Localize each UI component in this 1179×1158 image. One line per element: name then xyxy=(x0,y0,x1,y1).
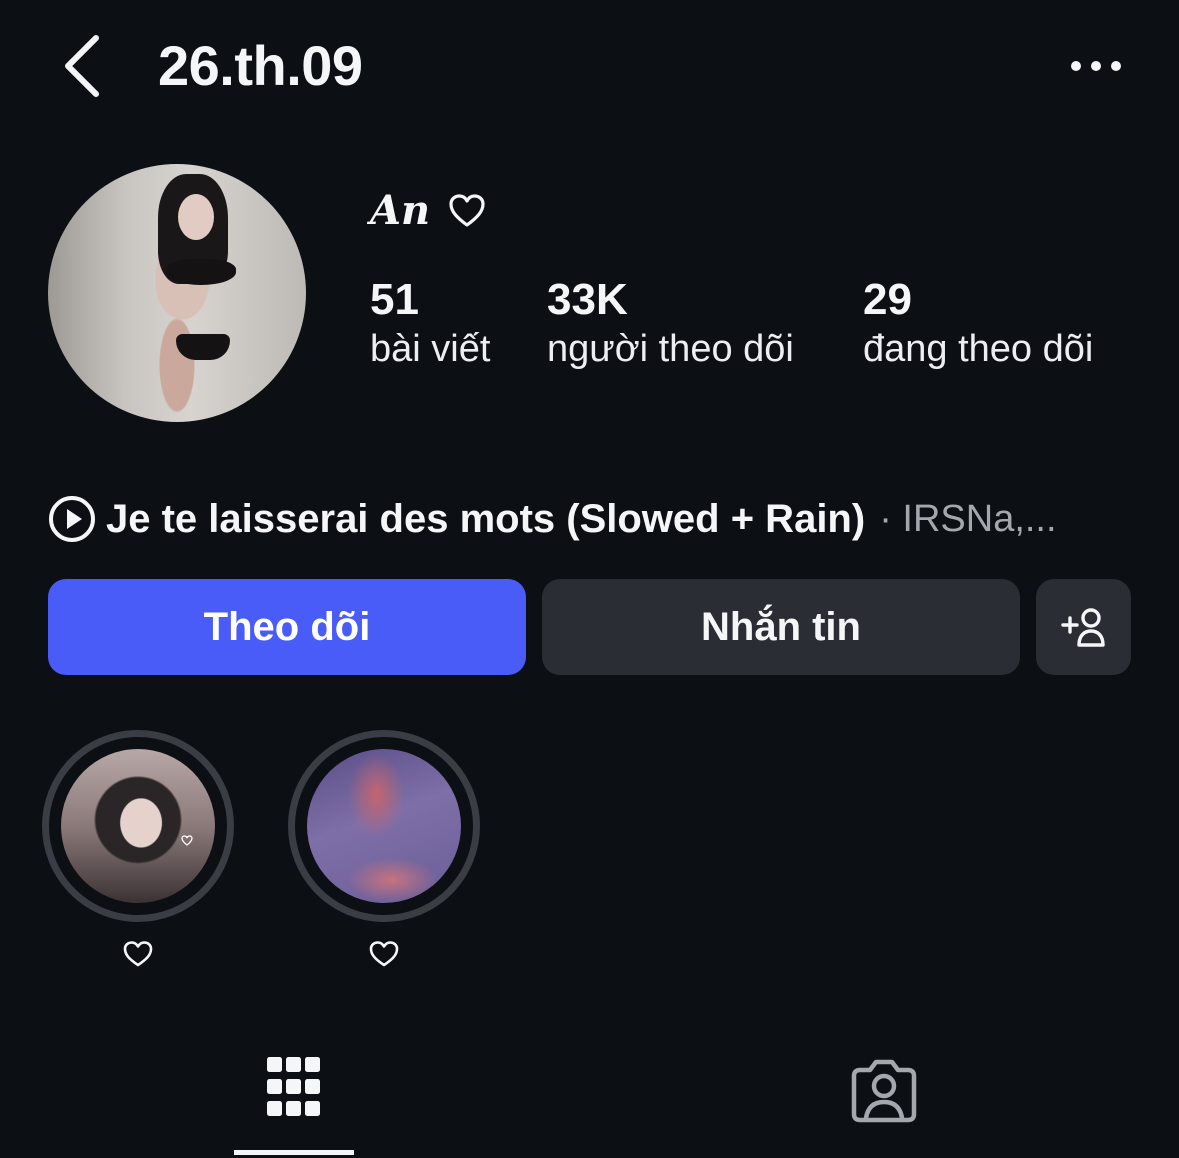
stat-followers[interactable]: 33K người theo dõi xyxy=(547,274,794,372)
more-options-button[interactable] xyxy=(1060,40,1132,92)
back-button[interactable] xyxy=(52,30,116,102)
add-person-icon xyxy=(1060,608,1105,647)
more-horizontal-icon xyxy=(1071,61,1121,71)
stat-posts[interactable]: 51 bài viết xyxy=(370,274,490,372)
tagged-person-icon xyxy=(851,1059,917,1123)
heart-outline-icon xyxy=(369,940,399,968)
stat-followers-label: người theo dõi xyxy=(547,328,794,370)
chevron-left-icon xyxy=(65,35,99,97)
highlight-cover-image xyxy=(307,749,461,903)
tab-posts-grid[interactable] xyxy=(234,1040,354,1158)
stat-posts-label: bài viết xyxy=(370,328,491,370)
stat-posts-value: 51 xyxy=(370,275,419,324)
active-tab-indicator xyxy=(234,1150,354,1155)
display-name: An xyxy=(370,187,431,234)
story-highlight-1[interactable] xyxy=(42,730,234,922)
profile-username: 26.th.09 xyxy=(158,34,363,97)
profile-avatar[interactable] xyxy=(48,164,306,422)
story-highlight-2[interactable] xyxy=(288,730,480,922)
stat-following-value: 29 xyxy=(863,275,912,324)
music-artist: · IRSNa,... xyxy=(879,497,1057,540)
message-button[interactable]: Nhắn tin xyxy=(542,579,1020,675)
tab-tagged[interactable] xyxy=(824,1040,944,1158)
grid-icon xyxy=(267,1057,320,1116)
follow-button[interactable]: Theo dõi xyxy=(48,579,526,675)
play-circle-icon xyxy=(49,496,95,542)
heart-outline-icon xyxy=(123,940,153,968)
heart-outline-icon xyxy=(448,193,486,229)
suggest-people-button[interactable] xyxy=(1036,579,1131,675)
stat-following-label: đang theo dõi xyxy=(863,328,1094,370)
music-row[interactable]: Je te laisserai des mots (Slowed + Rain)… xyxy=(48,494,1057,544)
highlight-cover-image xyxy=(61,749,215,903)
stat-followers-value: 33K xyxy=(547,275,628,324)
music-title: Je te laisserai des mots (Slowed + Rain) xyxy=(106,496,866,541)
stat-following[interactable]: 29 đang theo dõi xyxy=(863,274,1093,372)
